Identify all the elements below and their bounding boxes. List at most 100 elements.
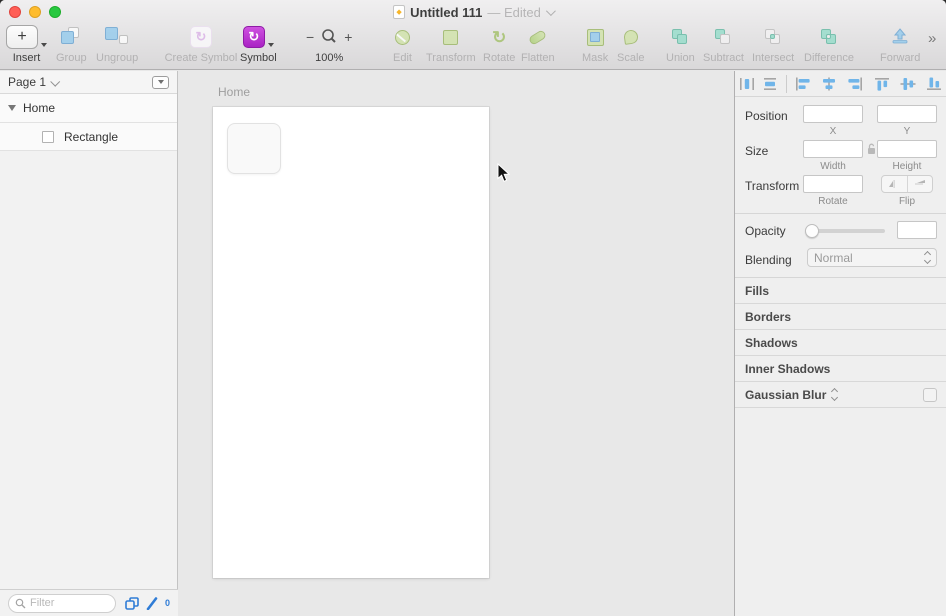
- inspector-divider: [735, 213, 946, 214]
- rotate-label: Rotate: [483, 52, 516, 64]
- flip-vertical-button[interactable]: [906, 176, 933, 192]
- slice-count-badge: 0: [164, 598, 170, 608]
- gaussian-blur-checkbox[interactable]: [923, 387, 937, 402]
- flatten-label: Flatten: [521, 52, 555, 64]
- toolbar-overflow-button[interactable]: »: [928, 30, 936, 47]
- document-title: Untitled 111: [410, 4, 483, 20]
- sketch-window: ◆ Untitled 111 — Edited + Insert Group U…: [0, 0, 946, 616]
- union-button[interactable]: Union: [666, 24, 695, 64]
- gaussian-blur-section-header[interactable]: Gaussian Blur: [735, 382, 946, 408]
- inner-shadows-section-header[interactable]: Inner Shadows: [735, 356, 946, 382]
- overlapping-squares-icon[interactable]: [125, 596, 139, 610]
- page-selector[interactable]: Page 1: [0, 71, 177, 94]
- flatten-button[interactable]: Flatten: [521, 24, 555, 64]
- page-list-button[interactable]: [152, 75, 169, 89]
- align-top-icon[interactable]: [874, 77, 890, 91]
- shadows-section-header[interactable]: Shadows: [735, 330, 946, 356]
- difference-icon: [820, 24, 838, 50]
- zoom-out-button[interactable]: −: [306, 29, 314, 45]
- rectangle-shape[interactable]: [227, 123, 281, 174]
- disclosure-triangle-icon[interactable]: [8, 105, 16, 111]
- fills-section-header[interactable]: Fills: [735, 278, 946, 304]
- forward-icon: [891, 24, 909, 50]
- symbol-button[interactable]: ↻ Symbol: [240, 24, 277, 64]
- blur-type-stepper-icon[interactable]: [831, 387, 839, 402]
- flip-control: [881, 175, 933, 193]
- alignment-toolbar: [735, 71, 946, 97]
- y-sublabel: Y: [903, 126, 911, 137]
- position-label: Position: [745, 109, 788, 123]
- page-chevron-icon: [50, 76, 61, 87]
- rotate-sublabel: Rotate: [818, 196, 848, 207]
- distribute-horizontally-icon[interactable]: [739, 77, 755, 91]
- transform-label: Transform: [745, 179, 800, 193]
- flip-horizontal-button[interactable]: [882, 176, 907, 192]
- position-x-input[interactable]: [803, 105, 863, 123]
- artboard-home[interactable]: [213, 107, 489, 578]
- position-y-input[interactable]: [877, 105, 937, 123]
- intersect-button[interactable]: Intersect: [752, 24, 794, 64]
- select-stepper-icon: [923, 250, 932, 265]
- filter-bar: 0: [0, 589, 178, 616]
- create-symbol-button[interactable]: ↻ Create Symbol: [160, 24, 242, 64]
- edited-status: — Edited: [487, 4, 541, 20]
- lock-icon[interactable]: [867, 143, 876, 155]
- mask-button[interactable]: Mask: [582, 24, 608, 64]
- rotate-button[interactable]: ↻ Rotate: [483, 24, 516, 65]
- layer-row-home[interactable]: Home: [0, 94, 177, 123]
- scale-button[interactable]: Scale: [617, 24, 645, 64]
- subtract-icon: [714, 24, 732, 50]
- rotate-input[interactable]: [803, 175, 863, 193]
- flatten-icon: [528, 24, 548, 50]
- forward-button[interactable]: Forward: [880, 24, 920, 64]
- distribute-vertically-icon[interactable]: [762, 77, 778, 91]
- size-label: Size: [745, 144, 769, 158]
- artboard-layer-name: Home: [23, 101, 56, 115]
- opacity-input[interactable]: [897, 221, 937, 239]
- inspector-panel: Position X Y Size Width Height Transform…: [734, 71, 946, 616]
- edit-icon: [394, 24, 410, 50]
- window-title: ◆ Untitled 111 — Edited: [0, 4, 946, 20]
- blending-select[interactable]: Normal: [807, 248, 937, 267]
- subtract-button[interactable]: Subtract: [703, 24, 744, 64]
- document-icon: ◆: [393, 5, 406, 19]
- align-bottom-icon[interactable]: [926, 77, 942, 91]
- zoom-in-button[interactable]: +: [344, 29, 352, 45]
- union-icon: [671, 24, 689, 50]
- layer-row-rectangle[interactable]: Rectangle: [0, 123, 177, 151]
- opacity-slider[interactable]: [805, 224, 885, 238]
- align-left-icon[interactable]: [795, 77, 811, 91]
- align-vertical-center-icon[interactable]: [900, 77, 916, 91]
- filter-field[interactable]: [8, 593, 116, 613]
- opacity-slider-knob[interactable]: [805, 224, 819, 238]
- insert-button[interactable]: + Insert: [6, 24, 47, 64]
- borders-section-header[interactable]: Borders: [735, 304, 946, 330]
- window-chrome: ◆ Untitled 111 — Edited + Insert Group U…: [0, 0, 946, 70]
- edit-button[interactable]: Edit: [393, 24, 412, 64]
- scale-label: Scale: [617, 52, 645, 64]
- mask-label: Mask: [582, 52, 609, 64]
- blending-label: Blending: [745, 253, 792, 267]
- group-button[interactable]: Group: [56, 24, 87, 64]
- width-input[interactable]: [803, 140, 863, 158]
- ungroup-label: Ungroup: [96, 52, 139, 64]
- transform-button[interactable]: Transform: [426, 24, 476, 64]
- canvas[interactable]: Home: [179, 71, 734, 616]
- height-sublabel: Height: [892, 161, 922, 172]
- artboard-title[interactable]: Home: [218, 85, 250, 99]
- intersect-icon: [764, 24, 782, 50]
- width-sublabel: Width: [820, 161, 846, 172]
- title-chevron-icon[interactable]: [545, 5, 556, 16]
- filter-input[interactable]: [30, 597, 100, 609]
- ungroup-icon: [103, 24, 131, 50]
- align-right-icon[interactable]: [847, 77, 863, 91]
- height-input[interactable]: [877, 140, 937, 158]
- slice-pencil-icon[interactable]: [146, 596, 158, 610]
- scale-icon: [622, 24, 639, 50]
- rectangle-layer-name: Rectangle: [64, 129, 119, 144]
- zoom-control[interactable]: − + 100%: [306, 24, 352, 64]
- transform-icon: [443, 24, 459, 50]
- difference-button[interactable]: Difference: [804, 24, 854, 64]
- ungroup-button[interactable]: Ungroup: [96, 24, 138, 64]
- align-horizontal-center-icon[interactable]: [821, 77, 837, 91]
